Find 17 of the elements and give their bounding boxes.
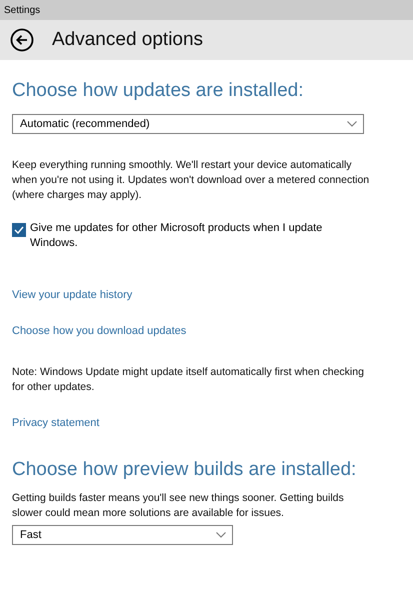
description-text: Getting builds faster means you'll see new things sooner. Getting builds slower could mean more solutions are available for issues. [12,491,345,521]
checkbox-label: Give me updates for other Microsoft products when I update Windows. [30,221,324,251]
checkbox[interactable] [12,223,26,237]
link[interactable]: View your update history [12,289,132,301]
dropdown[interactable]: Automatic (recommended) [12,114,364,134]
dropdown[interactable]: Fast [12,525,233,545]
chevron-down-icon [216,532,226,538]
window-title: Settings [4,4,40,16]
page-title: Advanced options [52,29,204,51]
chevron-down-icon [347,121,357,127]
section-heading: Choose how updates are installed: [12,80,305,102]
back-icon[interactable] [10,28,34,52]
section-heading: Choose how preview builds are installed: [12,459,358,481]
link[interactable]: Choose how you download updates [12,325,186,337]
description-text: Keep everything running smoothly. We'll restart your device automatically when you're not using it. Updates won't download over a metered connection (where charges may apply). [12,158,370,203]
link[interactable]: Privacy statement [12,417,100,429]
description-text: Note: Windows Update might update itself automatically first when checking for other updates. [12,365,365,395]
